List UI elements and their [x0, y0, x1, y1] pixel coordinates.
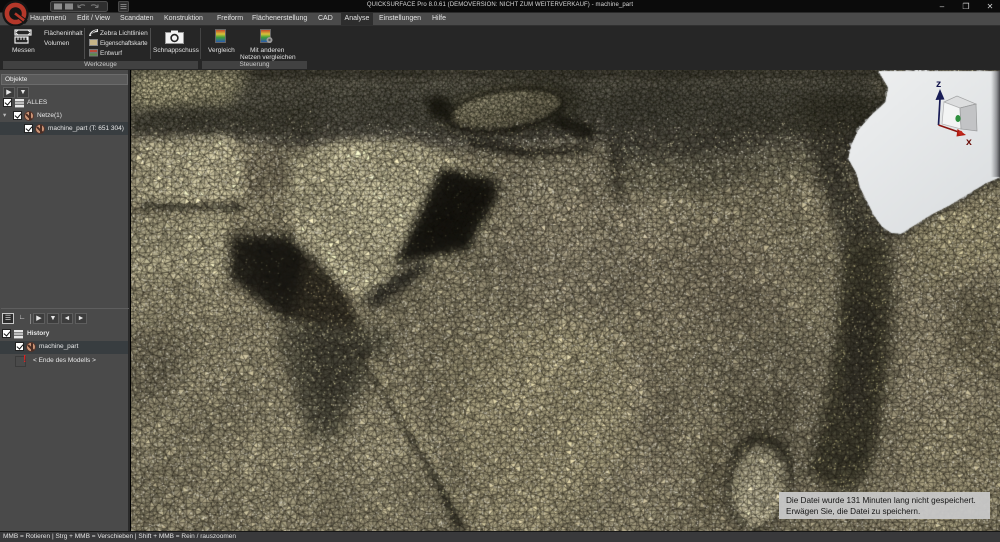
- svg-text:z: z: [936, 78, 941, 90]
- svg-text:x: x: [966, 136, 972, 148]
